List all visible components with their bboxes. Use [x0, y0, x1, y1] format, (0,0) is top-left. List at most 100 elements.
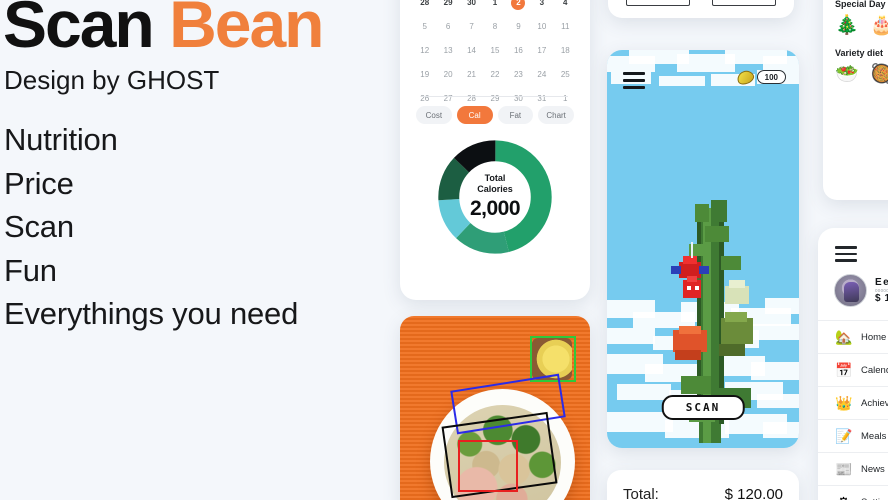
feature-item: Scan: [4, 209, 74, 244]
achievements-card: 🌽15🍷🌽🍇Fat🧴15🥜🧴🧈Special Day🎄🎂Variety diet…: [823, 0, 888, 200]
divider: [422, 96, 568, 97]
navigation-menu-card: Eeyo 000000 $ 1,0 🏡 Home 📅 Calendar 👑 Achieve…: [818, 228, 888, 500]
donut-center-text: Total Calories 2,000: [455, 173, 535, 221]
menu-item-label: Meals: [861, 430, 887, 442]
top-button-row: [626, 0, 776, 6]
total-label: Total:: [623, 486, 659, 500]
menu-item-list: 🏡 Home 📅 Calendar 👑 Achievements 📝 Meals 📰 News ⚙ S…: [818, 320, 888, 500]
calendar-day[interactable]: 26: [413, 92, 436, 106]
cloud-puff: [757, 394, 799, 408]
profile-name: Eeyo: [875, 276, 888, 288]
calendar-day[interactable]: 28: [460, 92, 483, 106]
calendar-day[interactable]: 29: [483, 92, 506, 106]
calendar-day[interactable]: 30: [460, 0, 483, 10]
calendar-day[interactable]: 17: [530, 44, 553, 58]
menu-item-meals[interactable]: 📝 Meals: [818, 419, 888, 452]
feature-item: Price: [4, 165, 74, 201]
achievement-badge-icon[interactable]: 🎄: [835, 14, 859, 38]
achievement-badge-icon[interactable]: 🎂: [870, 14, 888, 38]
calendar-day[interactable]: 5: [413, 20, 436, 34]
cloud-puff: [765, 298, 799, 314]
gear-icon: ⚙: [835, 494, 852, 500]
calendar-day[interactable]: 11: [554, 20, 577, 34]
notes-icon: 📝: [835, 427, 853, 444]
filter-pill-fat[interactable]: Fat: [497, 106, 534, 124]
calendar-day[interactable]: 18: [554, 44, 577, 58]
avatar: [834, 274, 867, 307]
coin-counter: 100: [734, 67, 786, 87]
achievement-section-title: Special Day: [835, 0, 886, 9]
calendar-day[interactable]: 10: [530, 20, 553, 34]
coin-count-label: 100: [756, 70, 786, 84]
filter-pill-chart[interactable]: Chart: [538, 106, 574, 124]
calendar-day[interactable]: 22: [483, 68, 506, 82]
calendar-day[interactable]: 31: [530, 92, 553, 106]
cloud-puff: [763, 56, 799, 70]
menu-item-achievements[interactable]: 👑 Achievements: [818, 386, 888, 419]
calendar-day[interactable]: 25: [554, 68, 577, 82]
calendar-day[interactable]: 24: [530, 68, 553, 82]
donut-label-line1: Total: [484, 173, 506, 183]
filter-pill-cal[interactable]: Cal: [456, 106, 493, 124]
crown-icon: 👑: [835, 394, 853, 411]
calendar-day[interactable]: 7: [460, 20, 483, 34]
calendar-day[interactable]: 14: [460, 44, 483, 58]
feature-item: Nutrition: [4, 122, 118, 157]
calendar-day[interactable]: 28: [413, 0, 436, 10]
calendar-day[interactable]: 3: [530, 0, 553, 10]
calendar-day[interactable]: 1: [554, 92, 577, 106]
top-button-left[interactable]: [626, 0, 690, 6]
calendar-day[interactable]: 9: [507, 20, 530, 34]
top-buttons-card: [608, 0, 794, 18]
hamburger-menu-icon[interactable]: [835, 246, 857, 262]
title-main: Scan: [3, 0, 155, 61]
feature-item: Everythings you need: [4, 296, 299, 331]
calendar-day[interactable]: 19: [413, 68, 436, 82]
page-title: Scan Bean: [3, 0, 324, 62]
title-accent: Bean: [169, 0, 324, 61]
top-button-right[interactable]: [712, 0, 776, 6]
achievement-badge-row: 🥗 🥘: [835, 63, 888, 87]
cloud-puff: [659, 76, 705, 86]
calendar-day[interactable]: 1: [483, 0, 506, 10]
achievement-badge-icon[interactable]: 🥘: [870, 63, 888, 87]
menu-item-label: Calendar: [861, 364, 888, 376]
achievement-badge-icon[interactable]: 🥗: [835, 63, 859, 87]
calendar-day[interactable]: 30: [507, 92, 530, 106]
hero-section: Scan Bean Design by GHOST Nutrition Pric…: [0, 0, 400, 500]
calendar-day[interactable]: 8: [483, 20, 506, 34]
achievement-section-title: Variety diet: [835, 48, 884, 58]
calendar-day[interactable]: 29: [436, 0, 459, 10]
menu-item-home[interactable]: 🏡 Home: [818, 320, 888, 353]
profile-text: Eeyo 000000 $ 1,0: [875, 277, 888, 304]
detection-box-salmon-rice[interactable]: [458, 440, 518, 492]
scan-button[interactable]: SCAN: [661, 395, 745, 420]
food-scan-photo-card[interactable]: [400, 316, 590, 500]
calendar-day[interactable]: 13: [436, 44, 459, 58]
calendar-day[interactable]: 27: [436, 92, 459, 106]
calendar-day[interactable]: 23: [507, 68, 530, 82]
calendar-grid[interactable]: 28 29 30 1 2 3 4 5 6 7 8 9 10 11 12 13 14 15 16 17 18 19 20 21 2…: [413, 0, 577, 106]
hamburger-menu-icon[interactable]: [623, 72, 645, 89]
filter-pill-group[interactable]: Cost Cal Fat Chart: [416, 106, 574, 124]
menu-item-news[interactable]: 📰 News: [818, 452, 888, 485]
calendar-day[interactable]: 6: [436, 20, 459, 34]
achievement-badge-row: 🎄 🎂: [835, 14, 888, 38]
calendar-day[interactable]: 20: [436, 68, 459, 82]
menu-item-settings[interactable]: ⚙ Settings: [818, 485, 888, 500]
achievement-sections: 🌽15🍷🌽🍇Fat🧴15🥜🧴🧈Special Day🎄🎂Variety diet…: [823, 0, 888, 87]
home-icon: 🏡: [835, 328, 853, 345]
menu-item-calendar[interactable]: 📅 Calendar: [818, 353, 888, 386]
filter-pill-cost[interactable]: Cost: [416, 106, 452, 124]
total-row: Total: $ 120.00: [623, 486, 783, 500]
calendar-day[interactable]: 2: [507, 0, 530, 10]
calories-donut-chart: Total Calories 2,000: [434, 136, 556, 258]
calendar-day[interactable]: 4: [554, 0, 577, 10]
user-profile[interactable]: Eeyo 000000 $ 1,0: [834, 274, 888, 307]
calendar-day[interactable]: 21: [460, 68, 483, 82]
cloud-puff: [607, 328, 655, 344]
menu-item-label: Home: [861, 331, 887, 343]
calendar-day[interactable]: 16: [507, 44, 530, 58]
calendar-day[interactable]: 12: [413, 44, 436, 58]
calendar-day[interactable]: 15: [483, 44, 506, 58]
